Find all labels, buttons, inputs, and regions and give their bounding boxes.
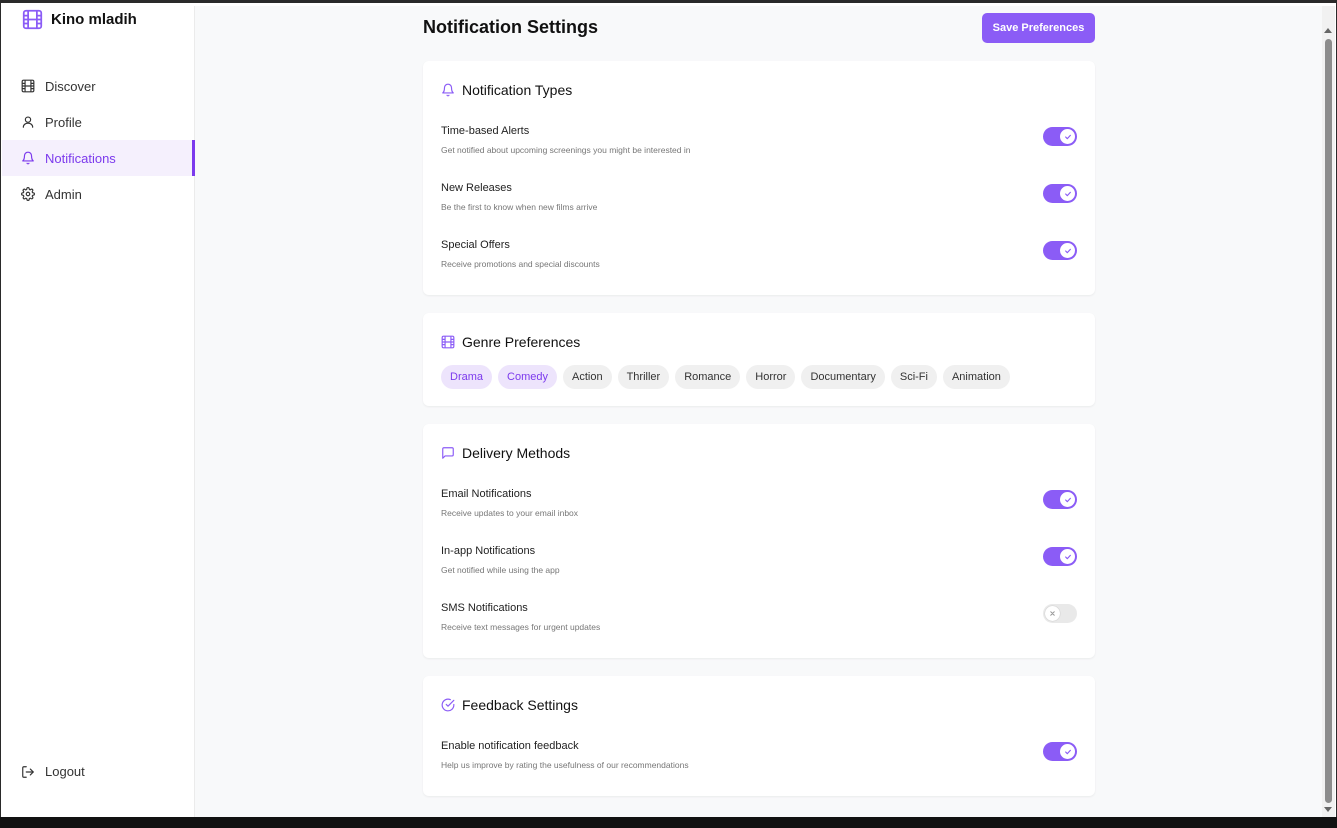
sidebar-item-notifications[interactable]: Notifications: [2, 140, 195, 176]
browser-window: Kino mladih Discover Profile Notificatio…: [0, 0, 1337, 828]
in-app-notifications-toggle[interactable]: [1043, 547, 1077, 566]
film-icon: [441, 335, 455, 349]
setting-new-releases: New Releases Be the first to know when n…: [441, 182, 1077, 222]
save-preferences-button[interactable]: Save Preferences: [982, 13, 1095, 43]
scroll-down-arrow-icon[interactable]: [1324, 807, 1332, 812]
notification-types-card: Notification Types Time-based Alerts Get…: [423, 61, 1095, 295]
setting-description: Get notified while using the app: [441, 565, 560, 575]
setting-notification-feedback: Enable notification feedback Help us imp…: [441, 740, 1077, 780]
setting-description: Receive updates to your email inbox: [441, 508, 579, 518]
card-header: Delivery Methods: [441, 445, 570, 461]
new-releases-toggle[interactable]: [1043, 184, 1077, 203]
sidebar-item-admin[interactable]: Admin: [2, 176, 195, 212]
setting-label: Special Offers: [441, 239, 510, 251]
setting-description: Help us improve by rating the usefulness…: [441, 760, 689, 770]
card-title: Delivery Methods: [462, 445, 571, 461]
film-logo-icon: [22, 9, 43, 30]
setting-sms-notifications: SMS Notifications Receive text messages …: [441, 602, 1077, 642]
film-icon: [21, 79, 35, 93]
user-icon: [21, 115, 35, 129]
card-header: Notification Types: [441, 82, 572, 98]
setting-description: Be the first to know when new films arri…: [441, 202, 598, 212]
setting-label: Time-based Alerts: [441, 125, 530, 137]
card-header: Genre Preferences: [441, 334, 580, 350]
gear-icon: [21, 187, 35, 201]
check-icon: [1060, 549, 1075, 564]
genre-chip-horror[interactable]: Horror: [746, 365, 796, 389]
genre-chip-drama[interactable]: Drama: [441, 365, 493, 389]
app-viewport: Kino mladih Discover Profile Notificatio…: [2, 6, 1324, 818]
sms-notifications-toggle[interactable]: [1043, 604, 1077, 623]
check-icon: [1060, 492, 1075, 507]
bell-icon: [441, 83, 455, 97]
page-title: Notification Settings: [423, 17, 598, 37]
setting-label: In-app Notifications: [441, 545, 536, 557]
genre-chip-action[interactable]: Action: [562, 365, 612, 389]
setting-label: SMS Notifications: [441, 602, 528, 614]
sidebar-item-label: Discover: [45, 78, 96, 94]
card-title: Feedback Settings: [462, 697, 578, 713]
bell-icon: [21, 151, 35, 165]
genre-chip-sci-fi[interactable]: Sci-Fi: [890, 365, 937, 389]
sidebar-item-label: Profile: [45, 114, 82, 130]
logout-button[interactable]: Logout: [21, 764, 85, 779]
check-icon: [1060, 129, 1075, 144]
logout-icon: [21, 765, 35, 779]
setting-description: Receive text messages for urgent updates: [441, 622, 601, 632]
brand[interactable]: Kino mladih: [22, 9, 137, 30]
notification-feedback-toggle[interactable]: [1043, 742, 1077, 761]
vertical-scrollbar[interactable]: [1322, 6, 1335, 818]
setting-label: Enable notification feedback: [441, 740, 579, 752]
genre-chip-romance[interactable]: Romance: [675, 365, 741, 389]
genre-chip-list: Drama Comedy Action Thriller Romance Hor…: [441, 365, 1010, 389]
check-circle-icon: [441, 698, 455, 712]
scroll-up-arrow-icon[interactable]: [1324, 28, 1332, 33]
setting-in-app-notifications: In-app Notifications Get notified while …: [441, 545, 1077, 585]
check-icon: [1060, 243, 1075, 258]
brand-name: Kino mladih: [51, 11, 137, 28]
card-header: Feedback Settings: [441, 697, 578, 713]
scrollbar-thumb[interactable]: [1325, 39, 1332, 803]
special-offers-toggle[interactable]: [1043, 241, 1077, 260]
setting-description: Receive promotions and special discounts: [441, 259, 600, 269]
email-notifications-toggle[interactable]: [1043, 490, 1077, 509]
card-title: Genre Preferences: [462, 334, 581, 350]
setting-email-notifications: Email Notifications Receive updates to y…: [441, 488, 1077, 528]
card-title: Notification Types: [462, 82, 573, 98]
setting-label: New Releases: [441, 182, 512, 194]
setting-label: Email Notifications: [441, 488, 532, 500]
setting-description: Get notified about upcoming screenings y…: [441, 145, 691, 155]
sidebar-item-label: Admin: [45, 186, 82, 202]
genre-chip-documentary[interactable]: Documentary: [801, 365, 885, 389]
sidebar: Kino mladih Discover Profile Notificatio…: [2, 6, 195, 818]
sidebar-item-label: Notifications: [45, 150, 116, 166]
sidebar-nav: Discover Profile Notifications Admin: [2, 68, 195, 212]
setting-time-based-alerts: Time-based Alerts Get notified about upc…: [441, 125, 1077, 165]
check-icon: [1060, 744, 1075, 759]
time-based-alerts-toggle[interactable]: [1043, 127, 1077, 146]
delivery-methods-card: Delivery Methods Email Notifications Rec…: [423, 424, 1095, 658]
feedback-settings-card: Feedback Settings Enable notification fe…: [423, 676, 1095, 796]
genre-chip-comedy[interactable]: Comedy: [498, 365, 557, 389]
sidebar-item-profile[interactable]: Profile: [2, 104, 195, 140]
genre-chip-thriller[interactable]: Thriller: [617, 365, 670, 389]
genre-chip-animation[interactable]: Animation: [942, 365, 1010, 389]
logout-label: Logout: [45, 764, 85, 779]
setting-special-offers: Special Offers Receive promotions and sp…: [441, 239, 1077, 279]
sidebar-item-discover[interactable]: Discover: [2, 68, 195, 104]
window-bottom-bar: [0, 817, 1337, 828]
x-icon: [1045, 606, 1060, 621]
message-icon: [441, 446, 455, 460]
check-icon: [1060, 186, 1075, 201]
genre-preferences-card: Genre Preferences Drama Comedy Action Th…: [423, 313, 1095, 406]
